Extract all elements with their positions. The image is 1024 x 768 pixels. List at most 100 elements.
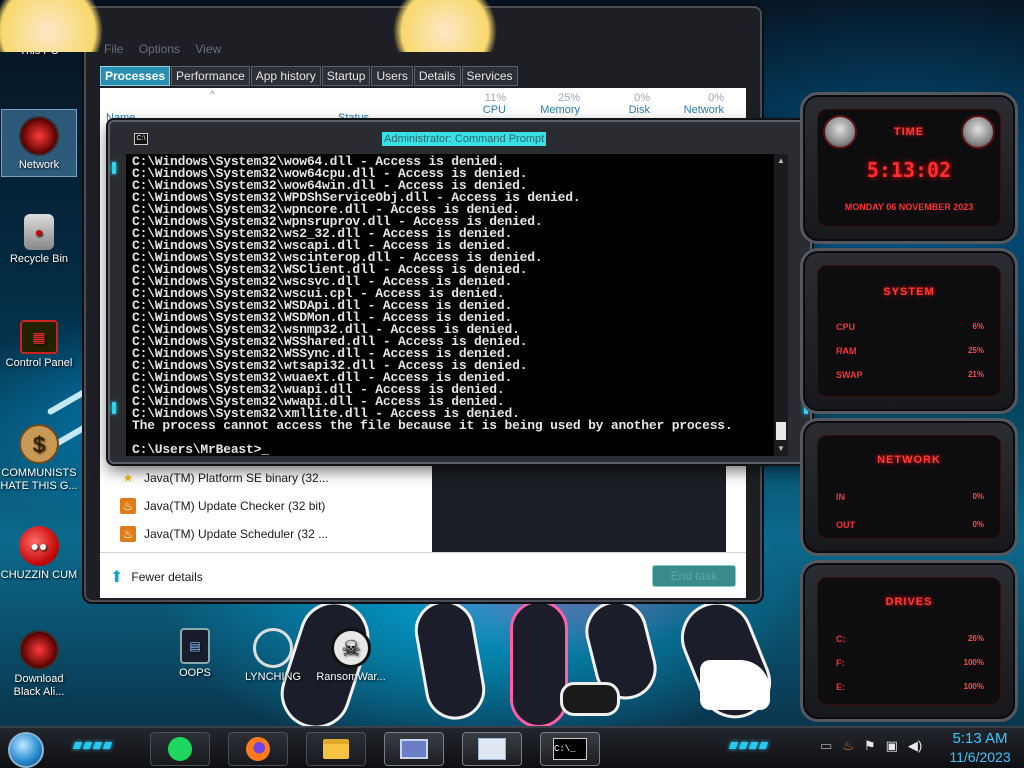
spotify-icon [168,737,192,761]
metric-label: RAM [836,346,857,356]
command-prompt-icon: C:\_ [553,738,587,760]
taskbar-file-explorer[interactable] [306,732,366,766]
control-panel-icon: ▦ [20,320,58,354]
menu-view[interactable]: View [195,42,221,56]
metric-label: SWAP [836,370,863,380]
control-panel-icon [400,739,428,759]
java-icon: ♨ [120,526,136,542]
file-explorer-icon [323,739,349,759]
desktop-icon-label: COMMUNISTS HATE THIS G... [0,467,78,492]
metric-label: C: [836,634,846,644]
tab-processes[interactable]: Processes [100,66,171,86]
taskbar-control-panel[interactable] [384,732,444,766]
desktop-icon-download-black-alien[interactable]: Download Black Ali... [0,630,78,699]
system-gadget: SYSTEM CPU 6% RAM 25% SWAP 21% [800,248,1018,414]
taskbar-clock[interactable]: 5:13 AM 11/6/2023 [940,730,1020,766]
drives-gadget: DRIVES C: 26% F: 100% E: 100% [800,560,1018,722]
cmd-system-icon[interactable]: C:\ [134,133,148,145]
start-button[interactable] [8,732,44,768]
gadget-title: NETWORK [877,454,941,466]
column-cpu[interactable]: 11% CPU [456,92,506,116]
taskbar-firefox[interactable] [228,732,288,766]
scroll-up-icon[interactable]: ▲ [776,156,786,166]
end-task-button[interactable]: End task [652,565,736,587]
desktop-icon-label: RansomWar... [316,671,386,683]
metric-value: 6% [972,322,984,331]
alien-head-icon [19,116,59,156]
desktop-icon-network[interactable]: Network [1,109,77,177]
chevron-up-icon: ⬆ [110,569,124,586]
task-manager-footer: ⬆ Fewer details End task [100,552,746,598]
task-manager-icon [478,738,506,760]
tab-users[interactable]: Users [371,66,413,86]
metric-value: 100% [963,658,984,667]
desktop-icon-label: Network [18,159,60,171]
taskbar-task-manager[interactable] [462,732,522,766]
document-icon: ▤ [180,628,210,664]
volume-icon[interactable]: ◀) [908,738,922,754]
table-row[interactable]: ♨ Java(TM) Update Scheduler (32 ... [120,526,328,542]
table-row[interactable]: ★ Java(TM) Platform SE binary (32... [120,470,329,486]
desktop-icon-label: CHUZZIN CUM [0,569,78,581]
desktop-icon-oops[interactable]: ▤ OOPS [156,628,234,680]
console-scrollbar[interactable]: ▲ ▼ [774,154,788,456]
time-gadget: TIME 5:13:02 MONDAY 06 NOVEMBER 2023 [800,92,1018,244]
keyboard-icon[interactable]: ▭ [820,738,832,754]
table-row[interactable]: ♨ Java(TM) Update Checker (32 bit) [120,498,325,514]
column-network[interactable]: 0% Network [666,92,724,116]
metric-value: 21% [967,370,984,379]
alien-head-icon [823,115,857,149]
network-tray-icon[interactable]: ▣ [886,738,898,754]
taskbar-spotify[interactable] [150,732,210,766]
tab-startup[interactable]: Startup [321,66,371,86]
column-disk[interactable]: 0% Disk [600,92,650,116]
star-butterfly-sticker [380,0,510,52]
console-line: C:\Users\MrBeast>_ [132,442,269,456]
desktop-icon-lynching[interactable]: LYNCHING [234,628,312,684]
taskbar-command-prompt[interactable]: C:\_ [540,732,600,766]
metric-value: 100% [963,682,984,691]
tab-services[interactable]: Services [461,66,518,86]
firefox-icon [246,737,270,761]
desktop-icon-label: Recycle Bin [9,253,69,265]
taskbar-accent [72,742,113,749]
flag-icon[interactable]: ⚑ [864,738,876,754]
clock-time: 5:13 AM [952,730,1008,747]
taskbar-accent [728,742,769,749]
rope-icon [253,628,293,668]
desktop-icon-chuzzin[interactable]: ●● CHUZZIN CUM [0,526,78,582]
tab-app-history[interactable]: App history [250,66,321,86]
fewer-details-button[interactable]: ⬆ Fewer details [110,567,203,587]
taskbar: C:\_ ▭ ♨ ⚑ ▣ ◀) 5:13 AM 11/6/2023 [0,726,1024,768]
alien-head-icon [961,115,995,149]
scrollbar-thumb[interactable] [776,422,786,440]
command-prompt-titlebar[interactable]: C:\ Administrator: Command Prompt [110,122,810,150]
console-output[interactable]: C:\Windows\System32\wow64.dll - Access i… [126,154,774,456]
gadget-title: SYSTEM [883,286,935,298]
desktop-icon-label: Control Panel [5,357,73,369]
metric-value: 0% [972,520,984,529]
task-manager-menubar: File Options View [104,42,233,56]
desktop-icon-recycle-bin[interactable]: ● Recycle Bin [0,214,78,266]
scroll-down-icon[interactable]: ▼ [776,444,786,454]
desktop-icon-control-panel[interactable]: ▦ Control Panel [0,320,78,370]
sort-arrow-icon: ^ [210,90,215,101]
desktop-icon-label: OOPS [179,667,211,679]
gadget-title: DRIVES [885,596,933,608]
command-prompt-window: C:\ Administrator: Command Prompt C:\Win… [108,120,812,464]
metric-value: 0% [972,492,984,501]
java-tray-icon[interactable]: ♨ [842,738,854,754]
menu-options[interactable]: Options [139,42,180,56]
tab-details[interactable]: Details [413,66,461,86]
gadget-panel: DRIVES C: 26% F: 100% E: 100% [817,577,1001,705]
column-memory[interactable]: 25% Memory [520,92,580,116]
desktop-icon-communists[interactable]: $ COMMUNISTS HATE THIS G... [0,424,78,493]
process-stats-area [432,458,726,552]
clock-date: 11/6/2023 [949,749,1011,765]
desktop-icon-ransomware[interactable]: ☠ RansomWar... [312,628,390,684]
java-icon: ♨ [120,498,136,514]
tab-performance[interactable]: Performance [171,66,250,86]
gadget-panel: NETWORK IN 0% OUT 0% [817,435,1001,539]
metric-label: E: [836,682,845,692]
star-butterfly-sticker [0,0,120,52]
